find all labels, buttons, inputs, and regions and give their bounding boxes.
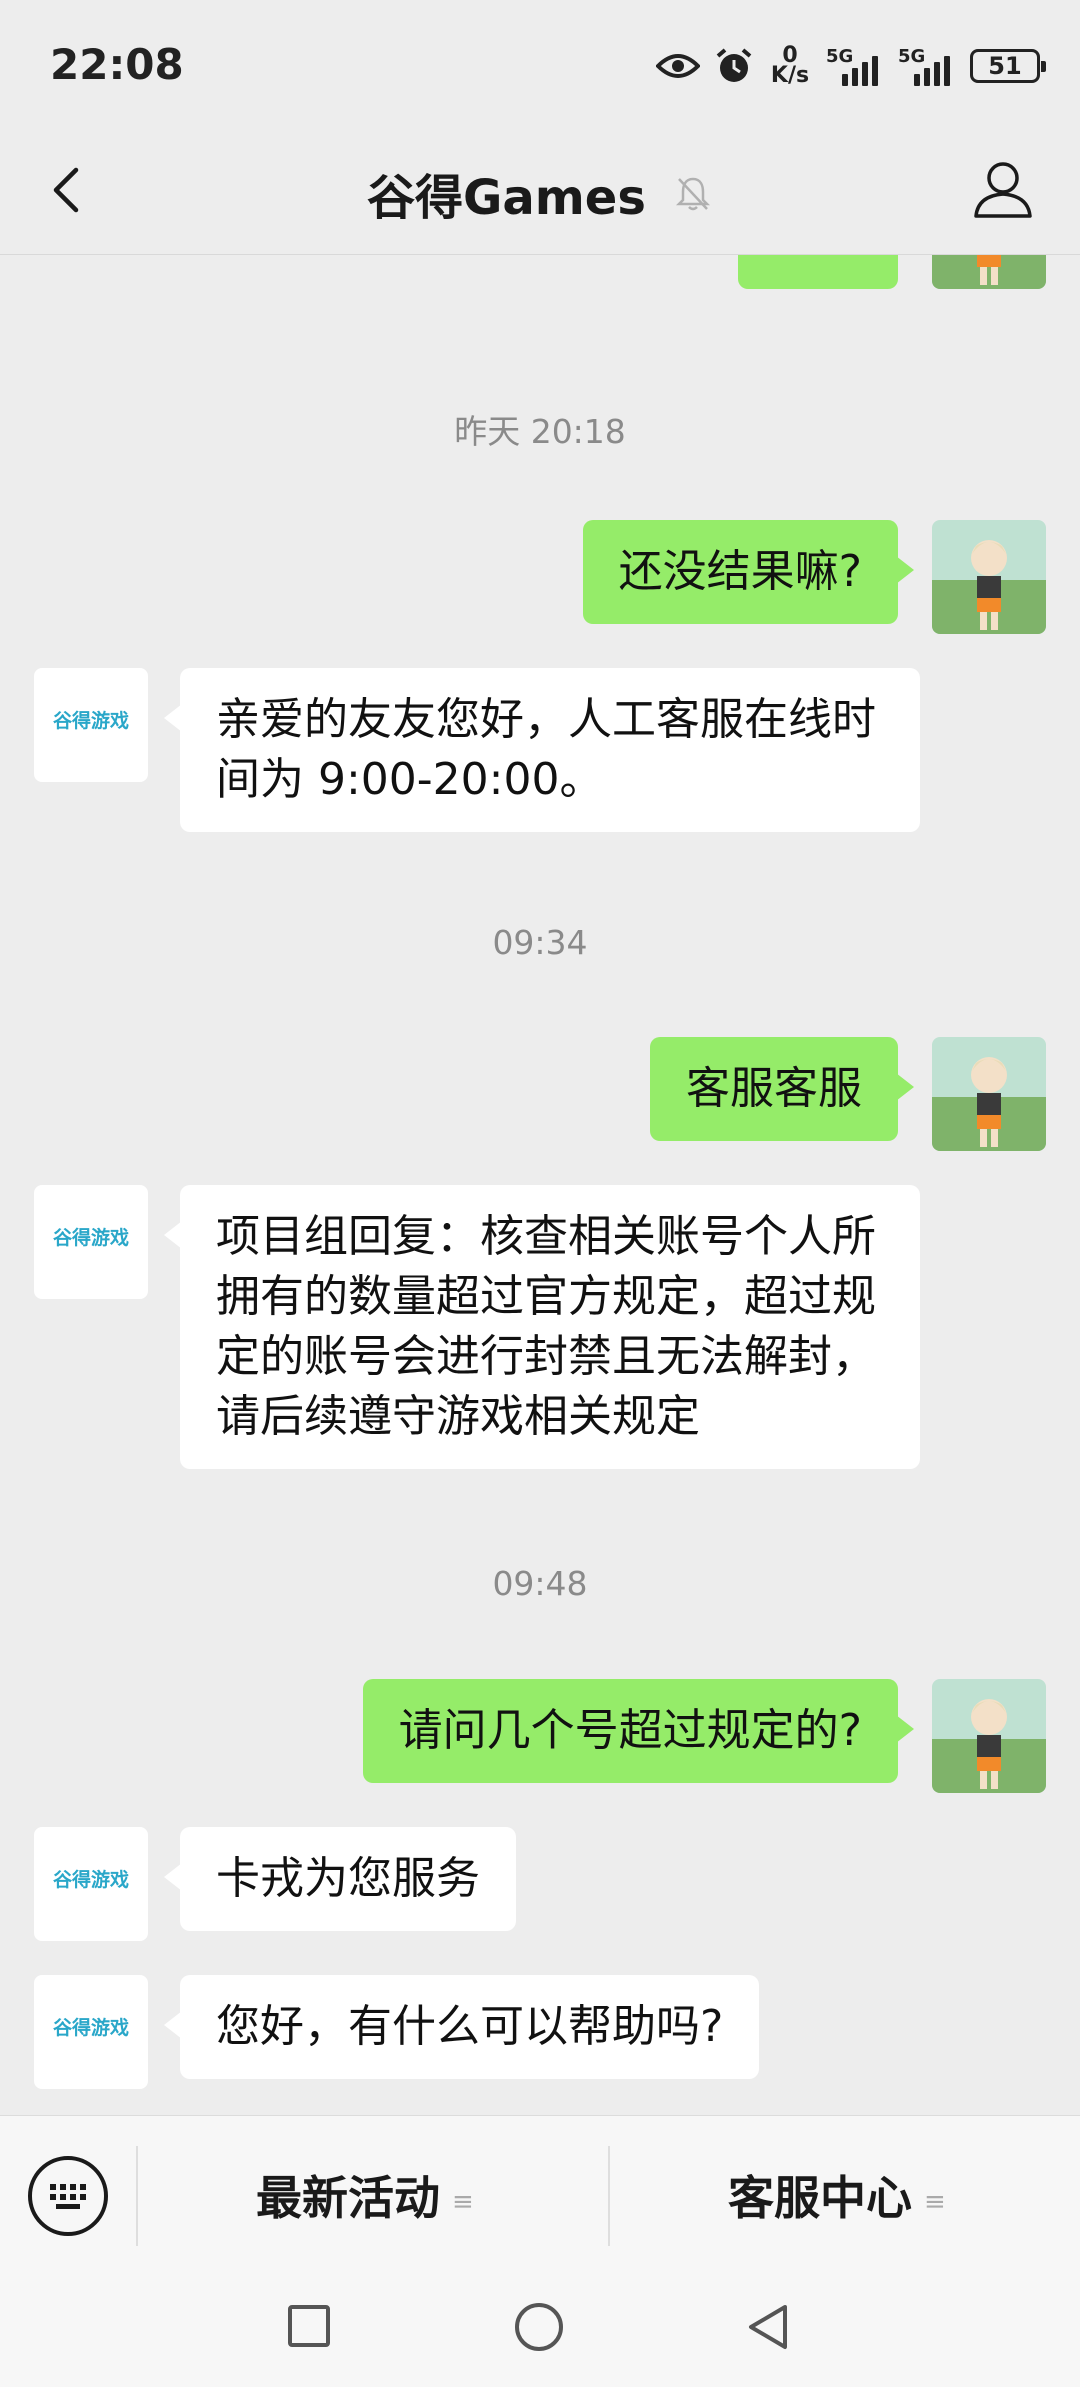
- speed-unit: K/s: [770, 63, 810, 88]
- received-message-bubble[interactable]: 卡戎为您服务: [164, 1827, 516, 1931]
- service-avatar[interactable]: 谷得游戏: [34, 668, 148, 782]
- signal-2: 5G: [898, 46, 956, 86]
- muted-bell-icon: [675, 177, 711, 211]
- signal-bar-icon: [862, 62, 868, 86]
- chat-title: 谷得Games: [366, 170, 646, 226]
- received-message-bubble[interactable]: 您好，有什么可以帮助吗?: [163, 1975, 760, 2079]
- signal-bar-icon: [914, 74, 920, 86]
- menu-divider: [136, 2146, 138, 2246]
- signal-bar-icon: [852, 68, 858, 86]
- recent-apps-button[interactable]: [288, 2305, 330, 2347]
- profile-icon[interactable]: [970, 156, 1036, 222]
- timestamp: 09:48: [492, 1564, 588, 1603]
- anime-avatar-icon: [932, 520, 1046, 634]
- anime-avatar-icon: [932, 255, 1046, 289]
- signal-bar-icon: [842, 74, 848, 86]
- system-nav-bar: [0, 2277, 1080, 2387]
- sent-message-bubble[interactable]: 行吧: [738, 255, 898, 289]
- service-avatar[interactable]: 谷得游戏: [34, 1185, 148, 1299]
- title-area: 谷得Games: [0, 158, 1080, 228]
- network-speed: 0 K/s: [768, 45, 812, 88]
- network-type-2: 5G: [898, 46, 926, 67]
- signal-1: 5G: [826, 46, 884, 86]
- brand-logo-icon: 谷得游戏: [52, 2017, 129, 2039]
- sent-message-bubble[interactable]: 客服客服: [650, 1037, 914, 1141]
- signal-bar-icon: [872, 56, 878, 86]
- signal-bar-icon: [934, 62, 940, 86]
- brand-logo-icon: 谷得游戏: [52, 1869, 129, 1891]
- menu-item-customer-service[interactable]: 客服中心 ≡: [728, 2162, 946, 2228]
- alarm-icon: [716, 48, 752, 82]
- bottom-menu: 最新活动 ≡ 客服中心 ≡: [0, 2115, 1080, 2278]
- signal-bar-icon: [924, 68, 930, 86]
- home-button[interactable]: [515, 2303, 563, 2351]
- eye-icon: [656, 54, 700, 78]
- menu-item-latest-activities[interactable]: 最新活动 ≡: [256, 2162, 474, 2228]
- my-avatar[interactable]: [932, 520, 1046, 634]
- timestamp: 昨天 20:18: [454, 412, 626, 451]
- my-avatar[interactable]: [932, 1679, 1046, 1793]
- menu-item-label: 最新活动: [256, 2171, 440, 2225]
- received-message-bubble[interactable]: 亲爱的友友您好，人工客服在线时间为 9:00-20:00。: [164, 668, 920, 832]
- status-icons: 0 K/s 5G 5G 51: [656, 44, 1046, 88]
- anime-avatar-icon: [932, 1679, 1046, 1793]
- anime-avatar-icon: [932, 1037, 1046, 1151]
- service-avatar[interactable]: 谷得游戏: [34, 1827, 148, 1941]
- signal-bar-icon: [944, 56, 950, 86]
- brand-logo-icon: 谷得游戏: [52, 710, 129, 732]
- status-time: 22:08: [50, 40, 184, 89]
- battery-level: 51: [988, 52, 1022, 80]
- nav-back-icon[interactable]: [745, 2301, 791, 2353]
- timestamp: 09:34: [492, 923, 588, 962]
- submenu-icon: ≡: [924, 2186, 946, 2217]
- service-avatar[interactable]: 谷得游戏: [34, 1975, 148, 2089]
- sent-message-bubble[interactable]: 请问几个号超过规定的?: [362, 1679, 915, 1783]
- brand-logo-icon: 谷得游戏: [52, 1227, 129, 1249]
- battery-icon: 51: [970, 49, 1046, 83]
- network-type-1: 5G: [826, 46, 854, 67]
- chat-header: 谷得Games: [0, 130, 1080, 255]
- submenu-icon: ≡: [452, 2186, 474, 2217]
- chat-area[interactable]: 行吧 昨天 20:18 还没结果嘛? 谷得游戏 亲爱的友友您好，人工客服在线时间…: [0, 255, 1080, 2115]
- received-message-bubble[interactable]: 项目组回复：核查相关账号个人所拥有的数量超过官方规定，超过规定的账号会进行封禁且…: [164, 1185, 920, 1469]
- sent-message-bubble[interactable]: 还没结果嘛?: [582, 520, 915, 624]
- my-avatar[interactable]: [932, 1037, 1046, 1151]
- my-avatar[interactable]: [932, 255, 1046, 289]
- keyboard-toggle-button[interactable]: [28, 2156, 108, 2236]
- menu-item-label: 客服中心: [728, 2171, 912, 2225]
- keyboard-icon: [50, 2184, 86, 2209]
- status-bar: 22:08 0 K/s 5G 5G 51: [0, 0, 1080, 130]
- menu-divider: [608, 2146, 610, 2246]
